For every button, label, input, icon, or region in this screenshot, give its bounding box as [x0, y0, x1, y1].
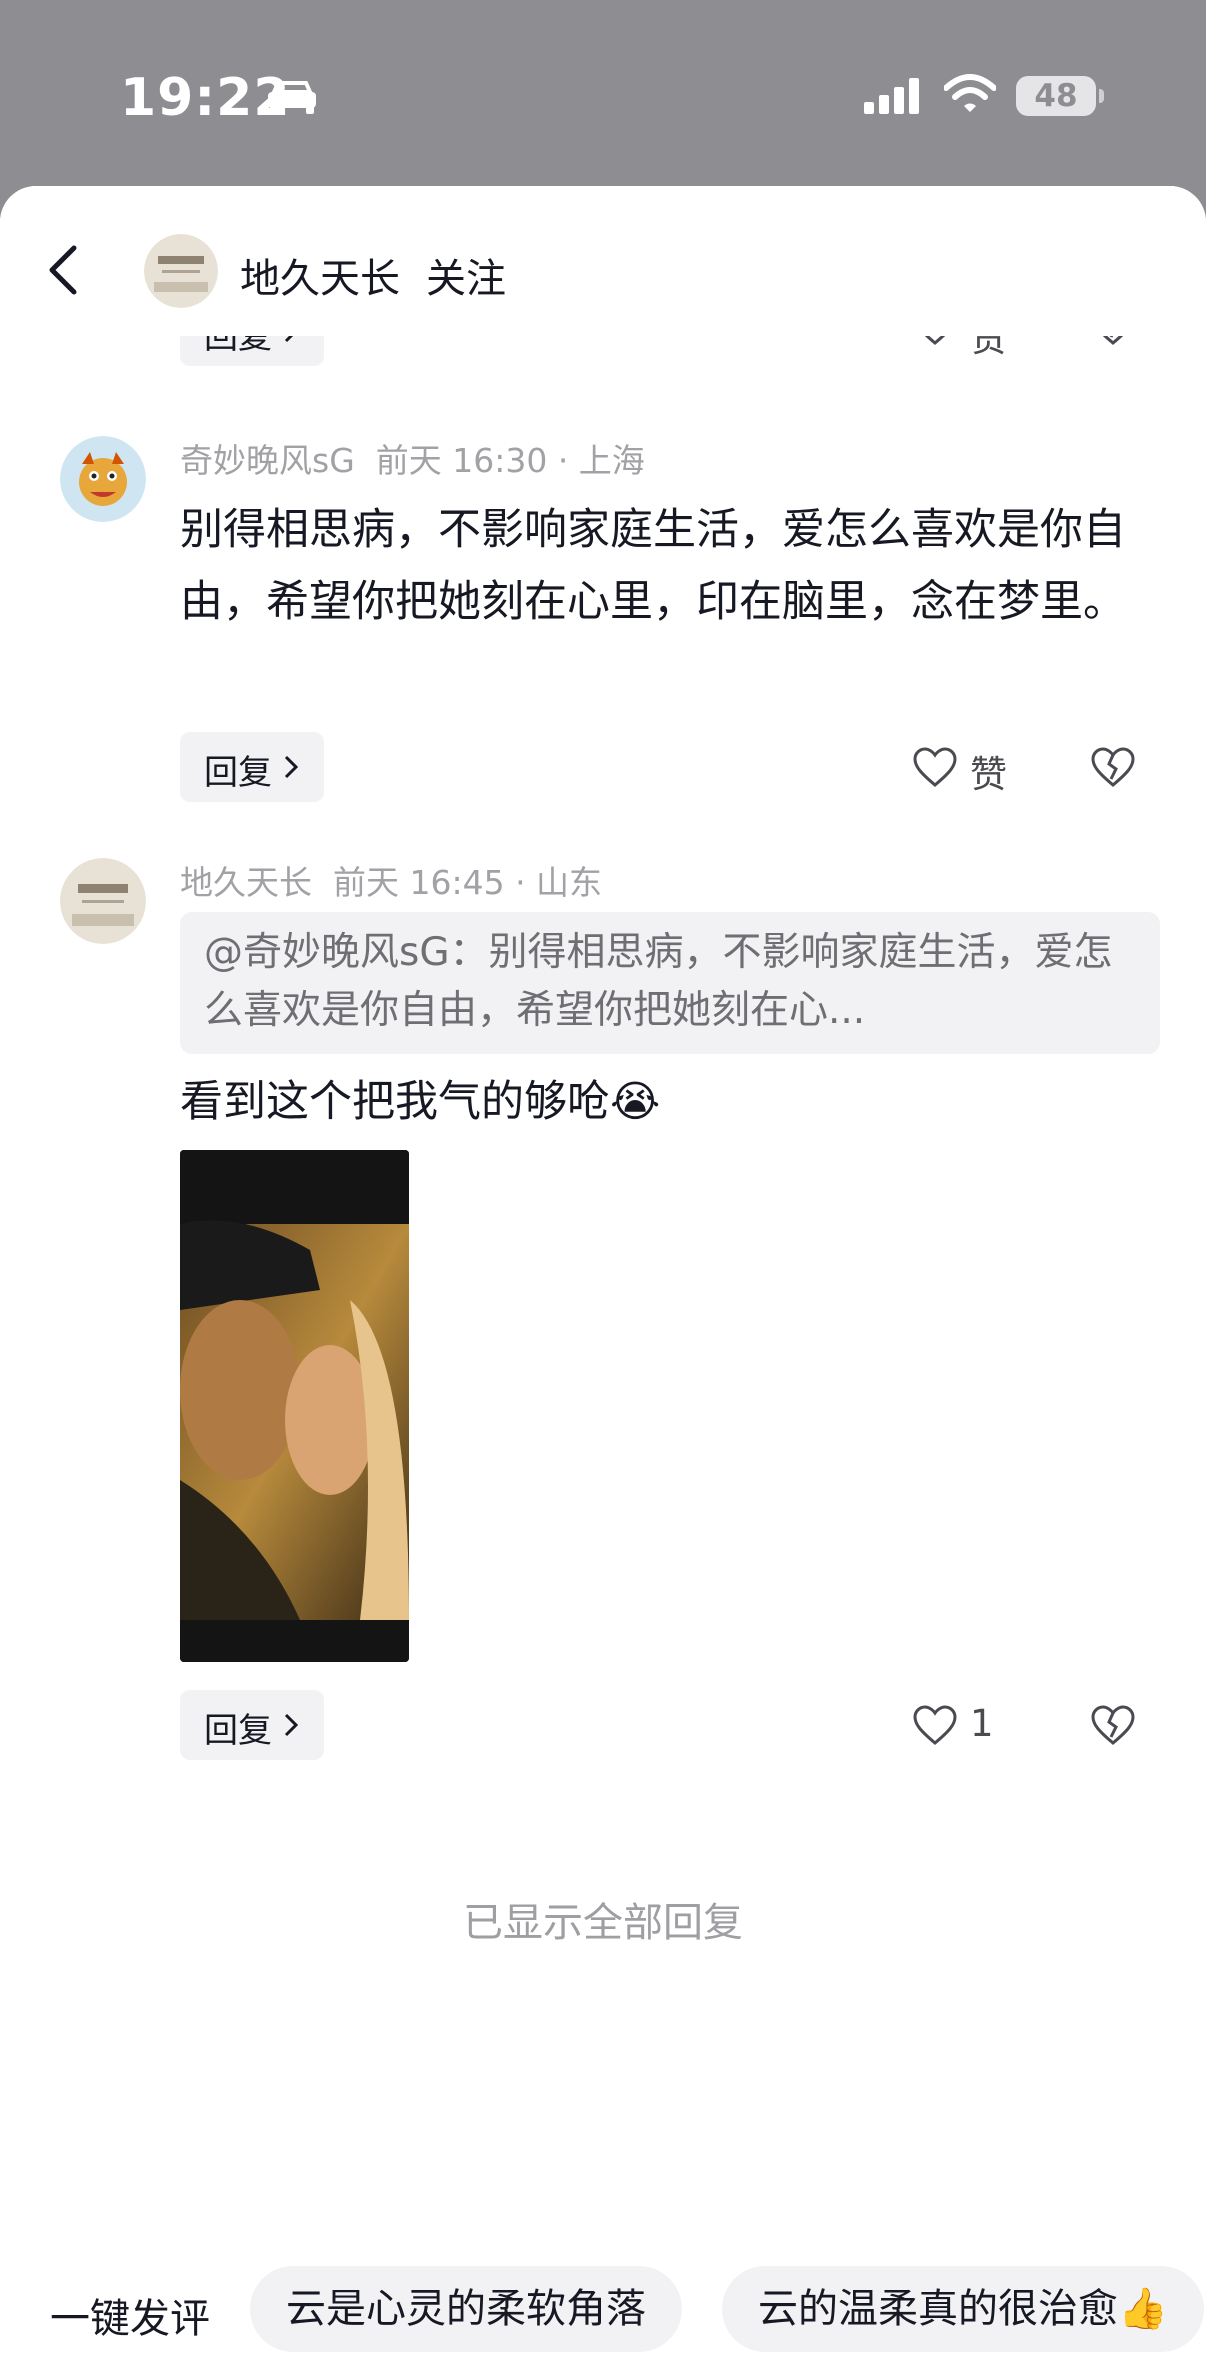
comment-time-location: 前天 16:30 · 上海	[375, 441, 645, 480]
quoted-comment[interactable]: @奇妙晚风sG：别得相思病，不影响家庭生活，爱怎么喜欢是你自由，希望你把她刻在心…	[180, 912, 1160, 1054]
back-icon[interactable]	[44, 242, 84, 298]
chevron-right-icon	[284, 1713, 298, 1737]
comment-sheet: 地久天长 关注 回复 赞 奇妙晚风sG 前天 16:30 · 上海 别得相思病，…	[0, 186, 1206, 2360]
quick-comment-chip[interactable]: 云是心灵的柔软角落	[250, 2266, 682, 2352]
header-username[interactable]: 地久天长	[240, 246, 400, 304]
battery-icon: 48	[1016, 76, 1096, 116]
battery-tip	[1099, 89, 1104, 103]
comment-text: 别得相思病，不影响家庭生活，爱怎么喜欢是你自由，希望你把她刻在心里，印在脑里，念…	[180, 505, 1126, 627]
quick-comment-label: 一键发评	[50, 2296, 210, 2342]
heart-icon[interactable]	[912, 746, 958, 788]
chevron-right-icon	[284, 755, 298, 779]
wifi-icon	[944, 74, 996, 112]
comment-meta: 地久天长 前天 16:45 · 山东	[180, 856, 602, 904]
status-time: 19:22	[120, 68, 291, 128]
like-count: 赞	[970, 753, 1007, 796]
quick-comment-chip[interactable]: 云的温柔真的很治愈👍	[722, 2266, 1204, 2352]
all-replies-shown: 已显示全部回复	[463, 1900, 743, 1946]
broken-heart-icon[interactable]	[1090, 746, 1136, 788]
status-bar: 19:22 48	[0, 0, 1206, 190]
avatar[interactable]	[60, 858, 146, 944]
comment-text: 看到这个把我气的够呛😭	[180, 1077, 661, 1127]
comment-image[interactable]	[180, 1150, 409, 1662]
quick-comment-bar: 一键发评 云是心灵的柔软角落 云的温柔真的很治愈👍	[0, 2248, 1206, 2360]
heart-icon[interactable]	[912, 1704, 958, 1746]
car-icon	[268, 81, 316, 114]
follow-button[interactable]: 关注	[426, 246, 506, 304]
comment-author[interactable]: 奇妙晚风sG	[180, 441, 355, 480]
comment-time-location: 前天 16:45 · 山东	[332, 863, 603, 902]
comment-author[interactable]: 地久天长	[180, 863, 312, 902]
broken-heart-icon[interactable]	[1090, 1704, 1136, 1746]
avatar[interactable]	[144, 234, 218, 308]
avatar[interactable]	[60, 436, 146, 522]
like-count: 1	[970, 1702, 994, 1745]
quoted-text: @奇妙晚风sG：别得相思病，不影响家庭生活，爱怎么喜欢是你自由，希望你把她刻在心…	[204, 930, 1113, 1033]
signal-icon	[864, 78, 919, 114]
reply-button[interactable]: 回复	[180, 732, 324, 802]
comment-meta: 奇妙晚风sG 前天 16:30 · 上海	[180, 434, 645, 482]
sheet-header: 地久天长 关注	[0, 186, 1206, 336]
reply-button[interactable]: 回复	[180, 1690, 324, 1760]
